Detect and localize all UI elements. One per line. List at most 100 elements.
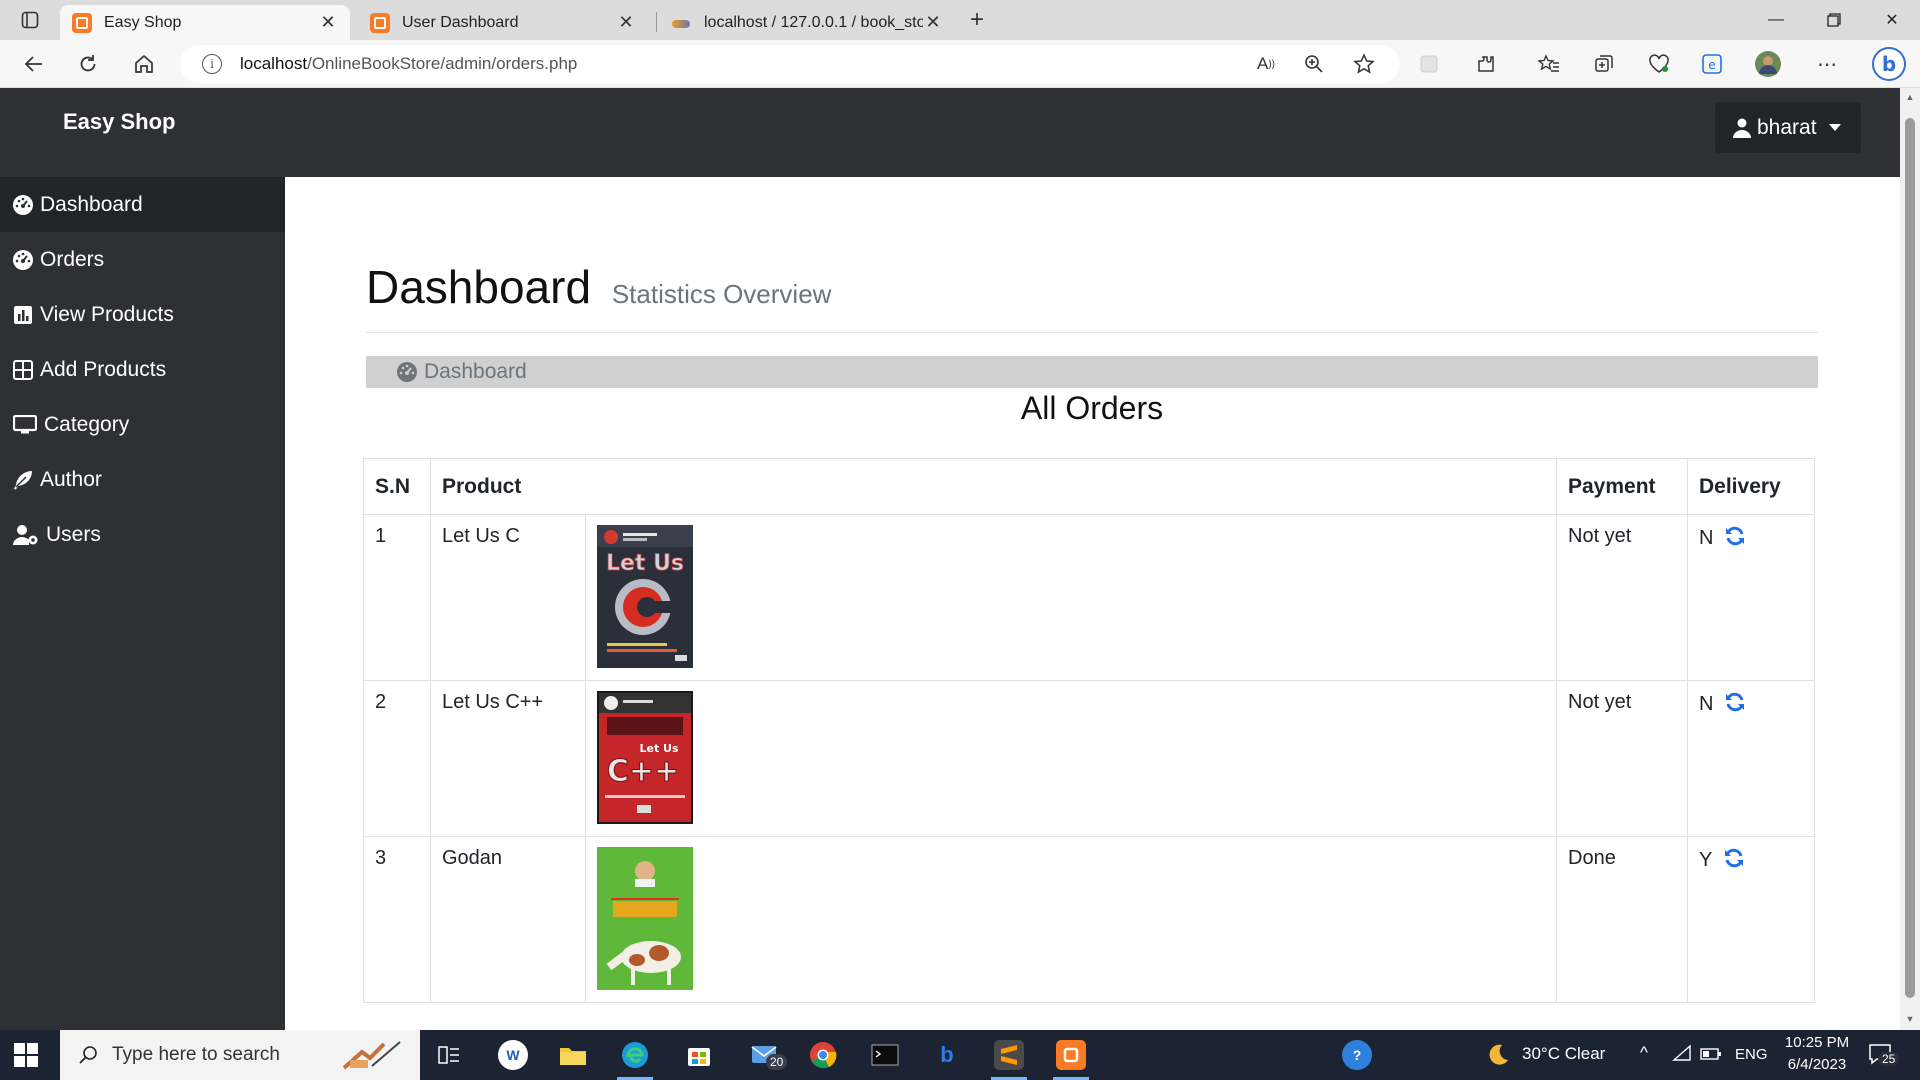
clock-time[interactable]: 10:25 PM [1782,1034,1852,1051]
read-aloud-icon[interactable]: A)) [1252,50,1280,78]
notifications-icon[interactable]: 25 [1868,1042,1900,1071]
app-header: Easy Shop bharat [0,88,1900,177]
sidebar-item-users[interactable]: Users [0,507,285,562]
windows-start-icon[interactable] [14,1043,38,1067]
url-path: /OnlineBookStore/admin/orders.php [307,54,578,73]
terminal-icon[interactable] [870,1040,900,1070]
collections-icon[interactable] [1590,50,1618,78]
order-sn: 2 [363,680,431,837]
tab-close-icon[interactable]: ✕ [616,12,636,33]
order-sn: 3 [363,836,431,1003]
zoom-icon[interactable] [1300,50,1328,78]
clock-date[interactable]: 6/4/2023 [1782,1056,1852,1073]
order-sn: 1 [363,514,431,681]
chrome-icon[interactable] [808,1040,838,1070]
scrollbar-thumb[interactable] [1905,118,1915,998]
weather-text[interactable]: 30°C Clear [1522,1044,1605,1064]
sidebar-item-author[interactable]: Author [0,452,285,507]
scroll-up-icon[interactable]: ▲ [1905,92,1915,102]
help-icon[interactable]: ? [1342,1040,1372,1070]
mail-icon[interactable]: 20 [746,1040,788,1070]
update-delivery-icon[interactable] [1723,847,1745,875]
extensions-icon[interactable] [1472,50,1500,78]
browser-tab-strip: Easy Shop ✕ User Dashboard ✕ localhost /… [0,0,1920,40]
user-menu-button[interactable]: bharat [1715,102,1861,153]
user-icon [1733,118,1751,138]
table-row: 1 Let Us C Let Us Not yet N [363,514,1815,681]
tab-close-icon[interactable]: ✕ [923,12,943,33]
tachometer-icon [12,194,34,216]
taskbar-search-box[interactable]: Type here to search [60,1030,420,1080]
sidebar-item-label: Author [40,467,102,491]
address-bar[interactable]: i localhost/OnlineBookStore/admin/orders… [180,45,1400,83]
tab-actions-icon[interactable] [18,8,42,32]
scroll-down-icon[interactable]: ▼ [1905,1014,1915,1024]
order-payment-status: Not yet [1556,514,1688,681]
search-placeholder: Type here to search [112,1044,280,1065]
new-tab-icon[interactable]: + [965,6,989,33]
page-scrollbar[interactable]: ▲ ▼ [1900,88,1920,1030]
tab-phpmyadmin[interactable]: localhost / 127.0.0.1 / book_store ✕ [660,5,955,40]
bing-icon[interactable]: b [932,1040,962,1070]
xampp-icon[interactable] [1056,1040,1086,1070]
chevron-up-icon[interactable]: ^ [1640,1043,1648,1063]
update-delivery-icon[interactable] [1724,691,1746,719]
sublime-text-icon[interactable] [994,1040,1024,1070]
phpmyadmin-favicon-icon [672,13,692,33]
order-product-name: Let Us C++ [430,680,586,837]
brand-logo[interactable]: Easy Shop [63,109,175,135]
battery-icon[interactable] [1700,1046,1722,1066]
search-highlight-icon [342,1038,406,1078]
store-icon[interactable] [684,1040,714,1070]
tab-title: localhost / 127.0.0.1 / book_store [704,13,923,31]
xampp-favicon-icon [72,12,92,33]
mail-badge: 20 [766,1054,788,1070]
file-explorer-icon[interactable] [558,1040,588,1070]
user-gear-icon [12,524,40,546]
update-delivery-icon[interactable] [1724,525,1746,553]
sidebar-item-add-products[interactable]: Add Products [0,342,285,397]
weather-moon-icon[interactable] [1484,1042,1510,1073]
tab-close-icon[interactable]: ✕ [318,12,338,33]
page-title-text: Dashboard [366,261,592,313]
feather-icon [12,469,34,491]
order-delivery-cell: Y [1687,836,1815,1003]
book-cover-let-us-c: Let Us [597,525,693,668]
tab-user-dashboard[interactable]: User Dashboard ✕ [358,5,648,40]
bing-copilot-icon[interactable]: b [1870,45,1908,83]
order-payment-status: Not yet [1556,680,1688,837]
language-indicator[interactable]: ENG [1735,1046,1768,1063]
tab-easy-shop[interactable]: Easy Shop ✕ [60,5,350,40]
network-icon[interactable] [1672,1044,1692,1067]
column-header-payment: Payment [1556,458,1688,515]
table-row: 3 Godan Done Y [363,836,1815,1003]
back-icon[interactable] [20,50,48,78]
restore-icon[interactable] [1814,6,1854,34]
minimize-icon[interactable]: — [1756,6,1796,34]
sidebar-item-view-products[interactable]: View Products [0,287,285,342]
word-app-icon[interactable]: W [498,1040,528,1070]
order-payment-status: Done [1556,836,1688,1003]
order-delivery-cell: N [1687,514,1815,681]
home-icon[interactable] [130,50,158,78]
order-product-image: Let Us [585,514,1557,681]
edge-browser-icon[interactable] [620,1040,650,1070]
more-options-icon[interactable]: ⋯ [1813,50,1841,78]
breadcrumb-item[interactable]: Dashboard [424,360,527,384]
close-window-icon[interactable]: ✕ [1872,6,1912,34]
edge-bar-icon[interactable]: e [1698,50,1726,78]
task-view-icon[interactable] [434,1040,464,1070]
sidebar-item-dashboard[interactable]: Dashboard [0,177,285,232]
sidebar-item-category[interactable]: Category [0,397,285,452]
performance-icon[interactable] [1645,50,1673,78]
sidebar-item-label: Orders [40,247,105,271]
site-info-icon[interactable]: i [202,54,222,74]
profile-avatar-icon[interactable] [1754,50,1782,78]
table-header-row: S.N Product Payment Delivery [363,458,1815,515]
refresh-page-icon[interactable] [74,50,102,78]
extension-placeholder-icon[interactable] [1415,50,1443,78]
sidebar-item-orders[interactable]: Orders [0,232,285,287]
favorite-star-icon[interactable] [1350,50,1378,78]
favorites-list-icon[interactable] [1535,50,1563,78]
book-cover-let-us-cpp: Let Us C++ [597,691,693,824]
